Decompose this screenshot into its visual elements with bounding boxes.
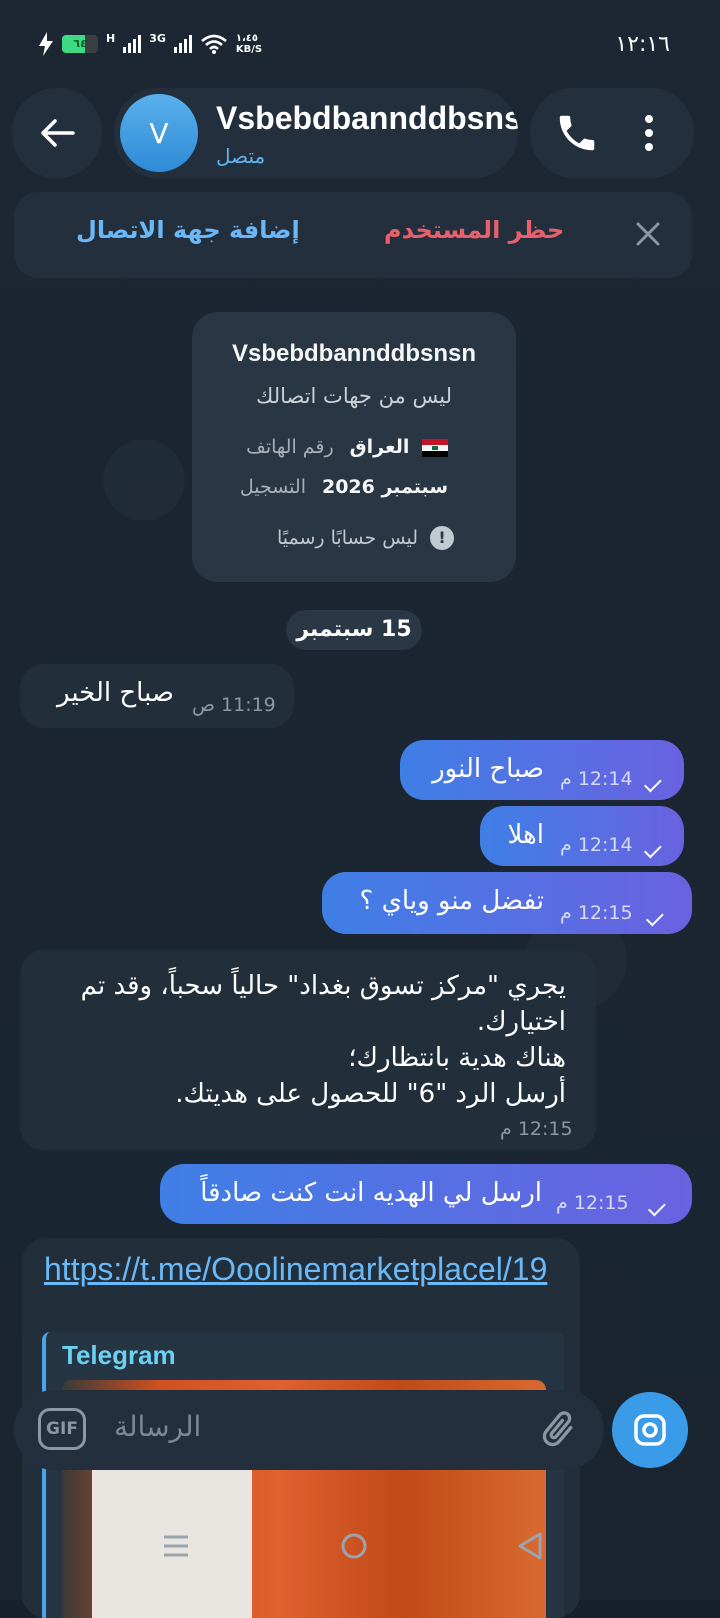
triangle-back-icon [518, 1532, 542, 1560]
battery-level: ٦٤ [73, 37, 87, 50]
network-type-h: H [106, 32, 116, 45]
phone-country-wrap: العراق [350, 436, 448, 458]
network-speed-unit: KB/S [235, 44, 263, 55]
date-separator: 15 سبتمبر [286, 610, 422, 650]
menu-lines-icon [164, 1535, 188, 1557]
message-text: صباح الخير [56, 678, 174, 708]
back-nav-button[interactable] [510, 1526, 550, 1566]
status-bar: ٦٤ H 3G ١،٤٥ KB/S ١٢:١٦ [0, 0, 720, 80]
wifi-icon [201, 34, 227, 54]
paperclip-icon [542, 1411, 573, 1447]
message-time: 12:14 م [560, 768, 633, 790]
message-input[interactable]: الرسالة [114, 1410, 514, 1443]
phone-row: العراق رقم الهاتف [246, 436, 448, 458]
charging-icon [39, 32, 53, 56]
message-line: هناك هدية بانتظارك؛ [348, 1043, 566, 1073]
sent-check-icon [642, 836, 664, 850]
battery-icon: ٦٤ [62, 35, 98, 53]
status-left: ٦٤ H 3G ١،٤٥ KB/S [38, 32, 262, 56]
warning-text: ليس حسابًا رسميًا [277, 527, 418, 549]
message-time: 12:14 م [560, 834, 633, 856]
more-options-button[interactable] [634, 110, 664, 156]
message-text-long: يجري "مركز تسوق بغداد" حالياً سحباً، وقد… [36, 968, 566, 1112]
close-icon [636, 222, 660, 246]
phone-country: العراق [349, 436, 410, 458]
camera-icon [634, 1414, 666, 1446]
message-bubble-outgoing[interactable]: تفضل منو وياي ؟ 12:15 م [322, 872, 692, 934]
message-text: تفضل منو وياي ؟ [359, 886, 545, 916]
phone-icon [559, 115, 595, 151]
message-composer: GIF الرسالة [14, 1390, 604, 1470]
arrow-left-icon [41, 119, 75, 147]
system-navigation-bar [0, 1490, 720, 1600]
message-bubble-outgoing[interactable]: ارسل لي الهديه انت كنت صادقاً 12:15 م [160, 1164, 692, 1224]
signal-icon-2 [173, 35, 192, 53]
clock: ١٢:١٦ [615, 32, 670, 57]
message-text: اهلا [507, 820, 544, 850]
header-actions [530, 88, 694, 178]
network-speed: ١،٤٥ KB/S [236, 33, 262, 55]
unknown-contact-banner: إضافة جهة الاتصال حظر المستخدم [14, 192, 692, 278]
message-bubble-outgoing[interactable]: صباح النور 12:14 م [400, 740, 684, 800]
registration-row: سبتمبر 2026 التسجيل [240, 476, 448, 498]
registration-label: التسجيل [239, 476, 306, 498]
chat-title-area[interactable]: V Vsbebdbannddbsnsn متصل [114, 88, 518, 178]
avatar-letter: V [149, 116, 169, 150]
gif-button[interactable]: GIF [38, 1408, 86, 1450]
message-time: 11:19 ص [192, 694, 276, 716]
close-banner-button[interactable] [630, 216, 666, 252]
unofficial-warning: ! ليس حسابًا رسميًا [277, 526, 454, 550]
camera-button[interactable] [612, 1392, 688, 1468]
info-subtitle: ليس من جهات اتصالك [256, 384, 452, 408]
home-circle-icon [341, 1533, 367, 1559]
chat-name: Vsbebdbannddbsnsn [216, 100, 518, 136]
contact-info-card: Vsbebdbannddbsnsn ليس من جهات اتصالك الع… [192, 312, 516, 582]
attach-button[interactable] [536, 1408, 580, 1452]
message-line: يجري "مركز تسوق بغداد" حالياً سحباً، وقد… [80, 971, 566, 1037]
signal-icon-1 [123, 35, 142, 53]
info-exclamation-icon: ! [430, 526, 454, 550]
home-button[interactable] [334, 1526, 374, 1566]
preview-site-name: Telegram [62, 1340, 176, 1370]
recents-button[interactable] [156, 1526, 196, 1566]
message-link[interactable]: https://t.me/Ooolinemarketplacel/19 [44, 1250, 564, 1288]
message-text: صباح النور [432, 754, 544, 784]
info-name: Vsbebdbannddbsnsn [231, 340, 476, 367]
avatar[interactable]: V [120, 94, 198, 172]
message-time: 12:15 م [560, 902, 633, 924]
message-time: 12:15 م [500, 1118, 573, 1140]
sent-check-icon [644, 904, 666, 918]
network-type-3g: 3G [149, 32, 166, 45]
sent-check-icon [642, 770, 664, 784]
sent-check-icon [646, 1194, 668, 1208]
message-line: أرسل الرد "6" للحصول على هديتك. [175, 1079, 566, 1109]
more-vertical-icon [645, 115, 653, 151]
iraq-flag-icon [422, 438, 448, 457]
add-contact-button[interactable]: إضافة جهة الاتصال [76, 216, 300, 244]
registration-date: سبتمبر 2026 [321, 476, 448, 498]
message-text: ارسل لي الهديه انت كنت صادقاً [200, 1178, 542, 1208]
network-speed-value: ١،٤٥ [235, 33, 259, 44]
message-time: 12:15 م [556, 1192, 629, 1214]
phone-label: رقم الهاتف [246, 436, 334, 458]
message-bubble-incoming[interactable]: صباح الخير 11:19 ص [20, 664, 294, 728]
block-user-button[interactable]: حظر المستخدم [384, 216, 564, 244]
message-bubble-outgoing[interactable]: اهلا 12:14 م [480, 806, 684, 866]
back-button[interactable] [12, 88, 102, 178]
online-status: متصل [216, 144, 266, 168]
call-button[interactable] [554, 110, 600, 156]
message-bubble-incoming[interactable]: يجري "مركز تسوق بغداد" حالياً سحباً، وقد… [20, 950, 596, 1150]
